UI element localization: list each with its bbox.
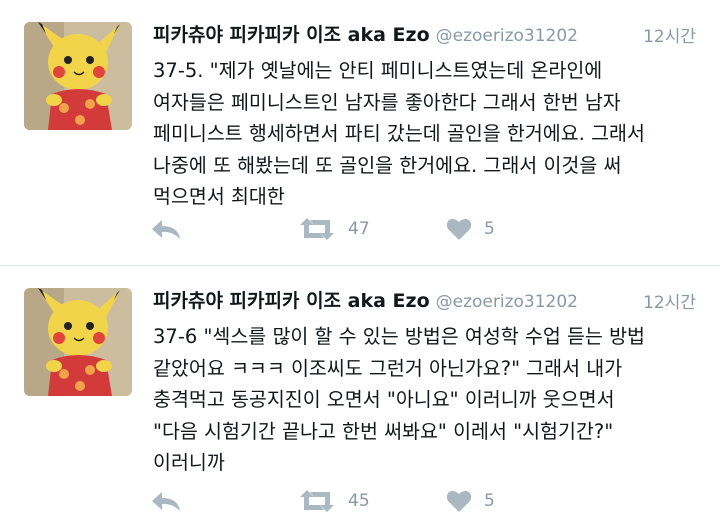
reply-button[interactable] [150,214,182,244]
retweet-count: 47 [348,219,370,239]
like-count: 5 [484,491,495,511]
avatar[interactable] [24,22,132,130]
retweet-icon [300,490,334,512]
user-handle[interactable]: @ezoerizo31202 [436,292,578,312]
avatar[interactable] [24,288,132,396]
like-button[interactable]: 5 [446,214,495,244]
tweet-text: 37-6 "섹스를 많이 할 수 있는 방법은 여성학 수업 듣는 방법 같았어… [153,325,645,474]
reply-arrow-icon [152,220,180,239]
like-count: 5 [484,219,495,239]
tweet[interactable]: 피카츄야 피카피카 이조 aka Ezo @ezoerizo31202 12시간 … [0,0,720,265]
reply-button[interactable] [150,486,182,516]
tweet-text: 37-5. "제가 옛날에는 안티 페미니스트였는데 온라인에 여자들은 페미니… [153,59,645,208]
display-name[interactable]: 피카츄야 피카피카 이조 aka Ezo [153,290,430,312]
user-handle[interactable]: @ezoerizo31202 [436,26,578,46]
timestamp[interactable]: 12시간 [643,288,696,313]
pikachu-plush-avatar-image [24,288,132,396]
retweet-button[interactable]: 45 [298,486,370,516]
tweet[interactable]: 피카츄야 피카피카 이조 aka Ezo @ezoerizo31202 12시간 … [0,266,720,530]
heart-icon [446,218,472,240]
reply-arrow-icon [152,492,180,511]
pikachu-plush-avatar-image [24,22,132,130]
heart-icon [446,490,472,512]
tweet-header: 피카츄야 피카피카 이조 aka Ezo @ezoerizo31202 12시간 [153,20,696,50]
retweet-count: 45 [348,491,370,511]
display-name[interactable]: 피카츄야 피카피카 이조 aka Ezo [153,24,430,46]
tweet-header: 피카츄야 피카피카 이조 aka Ezo @ezoerizo31202 12시간 [153,286,696,316]
like-button[interactable]: 5 [446,486,495,516]
retweet-button[interactable]: 47 [298,214,370,244]
tweet-actions: 45 5 [150,486,550,516]
timestamp[interactable]: 12시간 [643,22,696,47]
tweet-actions: 47 5 [150,214,550,244]
retweet-icon [300,218,334,240]
